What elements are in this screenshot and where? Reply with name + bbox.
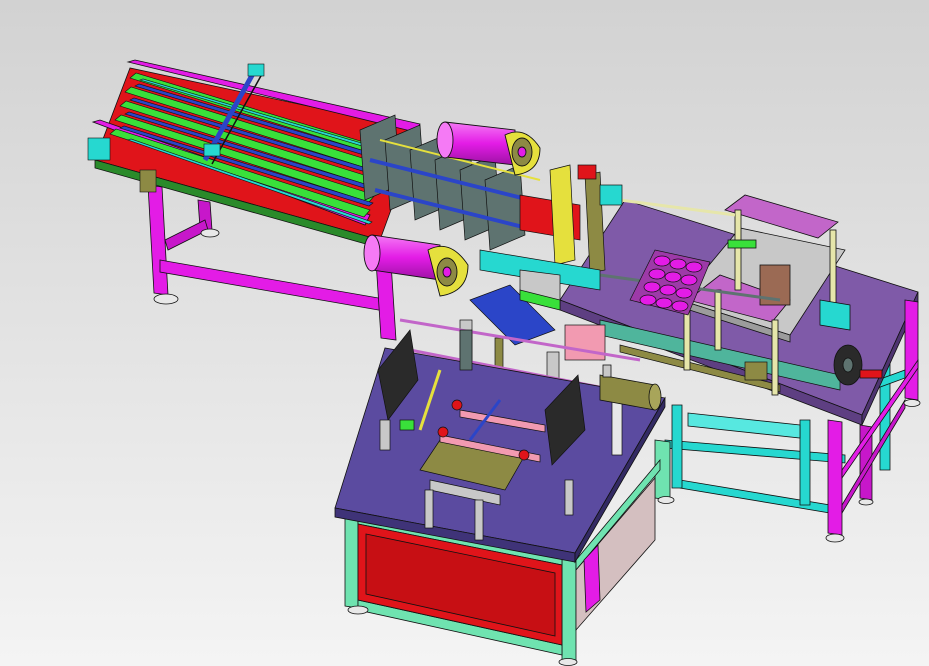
- central-actuator: [599, 184, 623, 206]
- reel-lower-hub-center: [442, 266, 452, 278]
- press-frame-post-5: [714, 289, 722, 351]
- fixture-button-1: [451, 399, 463, 411]
- transfer-belt-block: [744, 361, 768, 381]
- fixture-post-1: [424, 489, 434, 529]
- fixture-post-2: [474, 499, 484, 541]
- mint-foot-1: [347, 605, 369, 615]
- reel-upper-body: [444, 121, 516, 166]
- cyan-frame-leg-2: [799, 419, 811, 506]
- overhead-bracket-2: [203, 143, 221, 157]
- purple-table-foot-3: [858, 498, 874, 506]
- press-frame-post-2: [771, 319, 779, 396]
- side-cylinder-cap: [648, 383, 662, 411]
- mint-leg-front-left: [344, 511, 359, 609]
- purple-table-foot-1: [825, 533, 845, 543]
- stand-foot-1: [153, 293, 179, 305]
- press-frame-post-4: [829, 229, 837, 311]
- cyan-frame-leg-1: [671, 404, 683, 489]
- press-frame-cylinder: [727, 239, 757, 249]
- drive-wheel-shaft: [859, 369, 883, 379]
- fixture-post-5: [611, 399, 623, 456]
- fixture-green-slot: [399, 419, 415, 431]
- mint-foot-3: [657, 496, 675, 504]
- guide-plate-6: [484, 164, 526, 251]
- reel-upper-hub-center: [517, 146, 527, 158]
- stand-foot-2: [200, 228, 220, 238]
- reel-lower-face-back: [363, 234, 381, 272]
- reel-upper-face-back: [436, 121, 454, 159]
- machine-assembly-model[interactable]: [0, 0, 929, 666]
- fixture-post-3: [564, 479, 574, 516]
- conveyor-motor: [87, 137, 111, 161]
- fixture-post-4: [379, 419, 391, 451]
- press-frame-post-3: [734, 209, 742, 291]
- central-pink-block: [564, 324, 606, 361]
- mint-leg-front-right: [561, 554, 577, 663]
- central-red-cap: [577, 164, 597, 180]
- mint-foot-2: [558, 658, 578, 666]
- press-frame-bracket: [819, 299, 851, 331]
- fixture-button-2: [437, 426, 449, 438]
- side-cylinder-mount: [602, 364, 612, 378]
- purple-table-foot-2: [903, 399, 921, 407]
- fixture-button-3: [518, 449, 530, 461]
- overhead-bracket-1: [247, 63, 265, 77]
- drive-wheel-hub: [842, 357, 854, 373]
- purple-table-leg-right: [904, 299, 919, 401]
- cad-viewport[interactable]: [0, 0, 929, 666]
- fixture-slate-block: [459, 329, 473, 371]
- purple-table-leg-front: [827, 419, 843, 536]
- conveyor-end-block: [139, 169, 157, 193]
